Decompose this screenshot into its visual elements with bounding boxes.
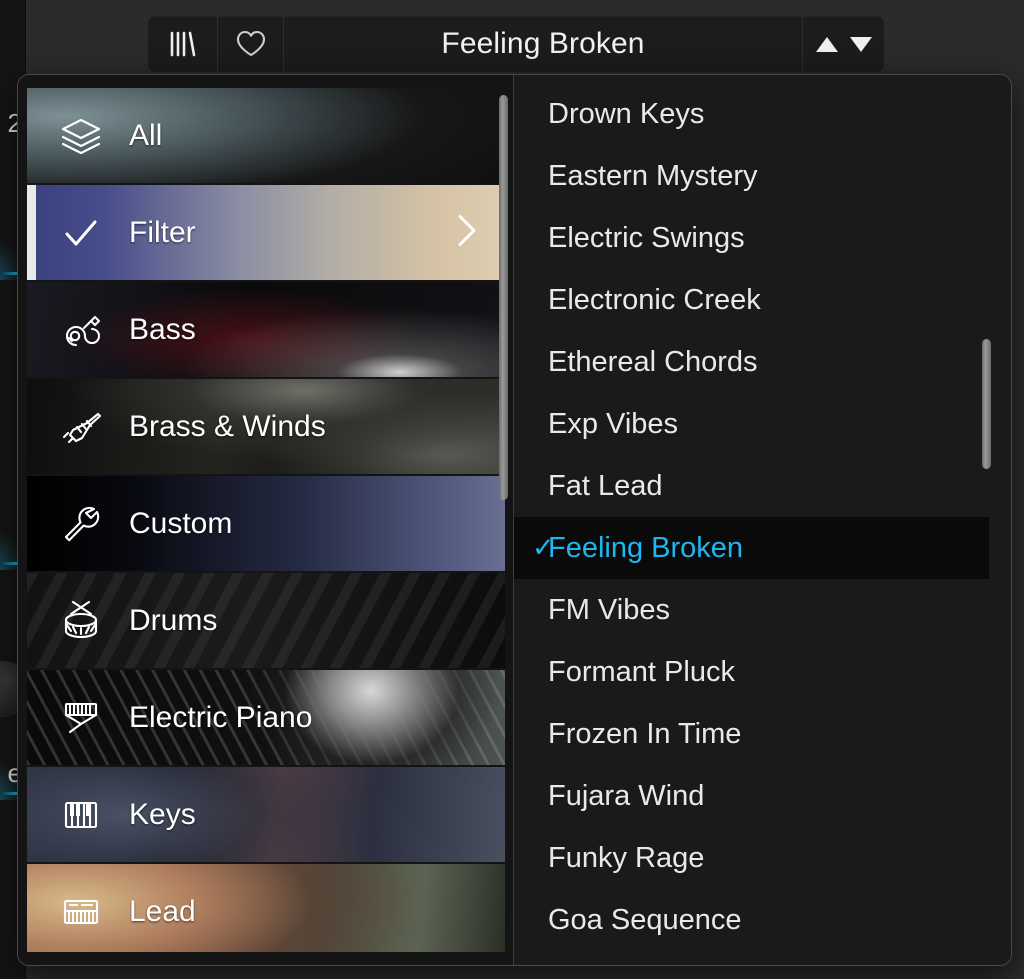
app-window: 2 e Feeling Broken All Filter Bass Brass… — [0, 0, 1024, 979]
preset-item[interactable]: Electronic Creek — [514, 269, 1011, 331]
preset-nav-buttons — [802, 16, 884, 72]
snare-drum-icon — [55, 598, 107, 644]
category-item-keys[interactable]: Keys — [27, 767, 505, 862]
category-item-filter[interactable]: Filter — [27, 185, 505, 280]
checkmark-icon: ✓ — [532, 532, 555, 563]
preset-browser-popup: All Filter Bass Brass & Winds Custom Drum… — [17, 74, 1012, 966]
preset-panel: Drown Keys Eastern Mystery Electric Swings… — [514, 75, 1011, 965]
category-item-all[interactable]: All — [27, 88, 505, 183]
preset-item[interactable]: Fujara Wind — [514, 765, 1011, 827]
preset-item-label: Frozen In Time — [548, 717, 742, 750]
synth-icon — [55, 892, 107, 932]
checkmark-icon — [55, 213, 107, 253]
category-list: All Filter Bass Brass & Winds Custom Drum… — [27, 88, 505, 952]
category-item-label: Drums — [129, 603, 218, 637]
category-item-label: Bass — [129, 312, 196, 346]
preset-item-label: Ethereal Chords — [548, 345, 758, 378]
preset-item[interactable]: Goa Sequence — [514, 889, 1011, 951]
triangle-down-icon[interactable] — [849, 36, 872, 52]
library-button[interactable] — [148, 16, 218, 72]
category-scrollbar[interactable] — [499, 95, 508, 500]
category-item-custom[interactable]: Custom — [27, 476, 505, 571]
preset-item-label: Formant Pluck — [548, 655, 735, 688]
category-item-label: All — [129, 118, 163, 152]
preset-item-label: Goa Sequence — [548, 903, 742, 936]
preset-item-label: FM Vibes — [548, 593, 670, 626]
preset-toolbar: Feeling Broken — [148, 16, 884, 72]
category-panel: All Filter Bass Brass & Winds Custom Drum… — [18, 75, 514, 965]
piano-keys-icon — [55, 795, 107, 835]
preset-item-label: Eastern Mystery — [548, 159, 758, 192]
electric-piano-icon — [55, 696, 107, 740]
preset-item[interactable]: Formant Pluck — [514, 641, 1011, 703]
category-item-drums[interactable]: Drums — [27, 573, 505, 668]
preset-item-label: Electric Swings — [548, 221, 745, 254]
category-item-bass[interactable]: Bass — [27, 282, 505, 377]
triangle-up-icon[interactable] — [815, 36, 838, 52]
wrench-icon — [55, 501, 107, 547]
category-item-label: Filter — [129, 215, 196, 249]
preset-item[interactable]: Funky Rage — [514, 827, 1011, 889]
favorite-button[interactable] — [218, 16, 284, 72]
category-item-lead[interactable]: Lead — [27, 864, 505, 952]
trumpet-icon — [55, 403, 107, 451]
preset-item[interactable]: ✓ Feeling Broken — [514, 517, 989, 579]
preset-item[interactable]: Fat Lead — [514, 455, 1011, 517]
category-item-label: Keys — [129, 797, 196, 831]
guitar-icon — [55, 307, 107, 353]
preset-item-label: Drown Keys — [548, 97, 705, 130]
chevron-right-icon[interactable] — [451, 210, 481, 255]
preset-item[interactable]: Exp Vibes — [514, 393, 1011, 455]
preset-item[interactable]: FM Vibes — [514, 579, 1011, 641]
preset-item[interactable]: Eastern Mystery — [514, 145, 1011, 207]
preset-name-display[interactable]: Feeling Broken — [284, 16, 802, 72]
preset-item-label: Fat Lead — [548, 469, 663, 502]
preset-item-label: Exp Vibes — [548, 407, 679, 440]
preset-item-label: Funky Rage — [548, 841, 705, 874]
heart-icon — [236, 30, 266, 58]
category-item-label: Brass & Winds — [129, 409, 326, 443]
preset-item-label: Electronic Creek — [548, 283, 761, 316]
preset-item[interactable]: Ethereal Chords — [514, 331, 1011, 393]
category-selected-indicator — [27, 185, 36, 280]
layers-icon — [55, 113, 107, 159]
library-icon — [168, 28, 198, 60]
category-item-electric-piano[interactable]: Electric Piano — [27, 670, 505, 765]
preset-item-label: Fujara Wind — [548, 779, 705, 812]
preset-item[interactable]: Drown Keys — [514, 83, 1011, 145]
category-item-brass-winds[interactable]: Brass & Winds — [27, 379, 505, 474]
category-item-label: Custom — [129, 506, 233, 540]
category-item-label: Electric Piano — [129, 700, 313, 734]
preset-item[interactable]: Electric Swings — [514, 207, 1011, 269]
preset-item[interactable]: Frozen In Time — [514, 703, 1011, 765]
preset-scrollbar[interactable] — [982, 339, 991, 469]
preset-list: Drown Keys Eastern Mystery Electric Swings… — [514, 83, 1011, 951]
category-item-label: Lead — [129, 894, 196, 928]
preset-item-label: Feeling Broken — [548, 531, 744, 564]
